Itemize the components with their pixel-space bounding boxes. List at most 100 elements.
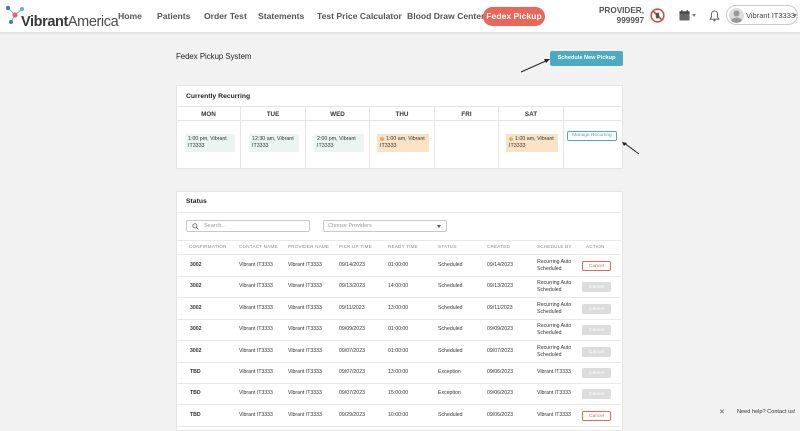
cancel-button[interactable]: Cancel xyxy=(582,410,611,421)
col-confirmation: CONFIRMATION xyxy=(189,244,227,249)
cell-created: 09/06/2023 xyxy=(487,390,513,397)
cell-created: 09/09/2023 xyxy=(487,326,513,333)
cell-schedule-by: Recurring Auto Scheduled xyxy=(537,280,572,294)
nav-test-price-calculator[interactable]: Test Price Calculator xyxy=(317,11,402,21)
cell-ready: 01:00:00 xyxy=(388,326,409,333)
nav-statements[interactable]: Statements xyxy=(258,11,304,21)
nav-fedex-pickup[interactable]: Fedex Pickup xyxy=(483,7,545,26)
calendar-icon[interactable] xyxy=(679,10,690,21)
recurring-slot[interactable]: 1:00 pm, Vibrant IT3333 xyxy=(185,134,235,152)
recurring-slot[interactable]: 2:00 pm, Vibrant IT3333 xyxy=(314,134,364,152)
nav-blood-draw-center[interactable]: Blood Draw Center xyxy=(407,11,484,21)
slot-line2: IT3333 xyxy=(380,143,397,149)
day-header-sat: SAT xyxy=(499,106,564,121)
user-menu[interactable]: Vibrant IT3333 xyxy=(726,5,798,25)
cancel-button[interactable]: Cancel xyxy=(582,303,611,314)
col-action: ACTION xyxy=(586,244,605,249)
cancel-button[interactable]: Cancel xyxy=(582,282,611,293)
col-ready-time: READY TIME xyxy=(388,244,418,249)
cell-schedule-by: Recurring Auto Scheduled xyxy=(537,323,572,337)
provider-line1: PROVIDER, xyxy=(598,6,644,15)
cell-created: 09/11/2023 xyxy=(487,304,513,311)
cell-status: Scheduled xyxy=(438,411,463,418)
annotation-arrow-icon xyxy=(520,59,550,73)
cell-contact: Vibrant IT3333 xyxy=(239,347,273,354)
cell-ready: 13:00:00 xyxy=(388,369,409,375)
cancel-button[interactable]: Cancel xyxy=(582,261,611,271)
cancel-button[interactable]: Cancel xyxy=(582,389,611,400)
cell-created: 09/13/2023 xyxy=(487,283,513,290)
cell-confirmation: 3002 xyxy=(190,304,202,311)
day-header-empty xyxy=(564,106,621,121)
nav-patients[interactable]: Patients xyxy=(157,11,190,21)
divider xyxy=(177,297,621,299)
cell-pickup: 09/09/2023 xyxy=(339,326,365,333)
avatar-icon xyxy=(730,10,743,23)
recurring-slot[interactable]: 1:00 am, Vibrant IT3333 xyxy=(377,134,429,152)
bell-icon[interactable] xyxy=(709,10,720,22)
cell-confirmation: TBD xyxy=(190,411,201,418)
close-icon[interactable]: ✕ xyxy=(719,408,725,416)
cell-schedule-by: Vibrant IT3333 xyxy=(537,369,571,375)
cell-schedule-by: Vibrant IT3333 xyxy=(537,390,571,397)
cancel-button[interactable]: Cancel xyxy=(582,346,611,357)
recurring-slot[interactable]: 1:00 am, Vibrant IT3333 xyxy=(506,134,558,152)
cell-contact: Vibrant IT3333 xyxy=(239,326,273,333)
cell-schedule-by: Vibrant IT3333 xyxy=(537,411,571,418)
cell-pickup: 09/13/2023 xyxy=(339,283,365,290)
slot-line1: 12:30 am, Vibrant xyxy=(252,136,294,142)
cell-status: Exception xyxy=(438,390,461,397)
logo-text: VibrantAmerica xyxy=(21,14,119,30)
cell-status: Scheduled xyxy=(438,326,463,333)
recurring-slot[interactable]: 12:30 am, Vibrant IT3333 xyxy=(249,134,299,152)
slot-line1: 1:00 am, Vibrant xyxy=(386,136,425,142)
cell-confirmation: 3002 xyxy=(190,347,202,354)
page-title: Fedex Pickup System xyxy=(176,52,252,61)
cell-confirmation: TBD xyxy=(190,369,201,375)
calendar-caret-icon[interactable] xyxy=(692,14,696,17)
cell-contact: Vibrant IT3333 xyxy=(239,390,273,397)
nav-order-test[interactable]: Order Test xyxy=(204,11,247,21)
cell-status: Exception xyxy=(438,369,461,375)
slot-line2: IT3333 xyxy=(509,143,526,149)
slot-line1: 1:00 am, Vibrant xyxy=(515,136,554,142)
cell-pickup: 09/14/2023 xyxy=(339,262,365,268)
col-contact-name: CONTACT NAME xyxy=(239,244,278,249)
col-created: CREATED xyxy=(487,244,511,249)
cell-ready: 01:00:00 xyxy=(388,262,409,268)
recurring-grid: MON TUE WED THU FRI SAT 1:00 pm, Vibrant… xyxy=(177,106,621,168)
cell-contact: Vibrant IT3333 xyxy=(239,304,273,311)
status-dot-icon xyxy=(380,136,384,141)
search-input[interactable]: Search... xyxy=(186,220,310,232)
divider xyxy=(177,383,621,384)
cell-contact: Vibrant IT3333 xyxy=(239,262,273,268)
divider xyxy=(177,240,621,241)
cell-status: Scheduled xyxy=(438,347,463,354)
choose-providers-select[interactable]: Choose Providers xyxy=(323,220,447,232)
cell-ready: 15:00:00 xyxy=(388,390,409,397)
cell-provider: Vibrant IT3333 xyxy=(288,326,322,333)
cell-ready: 14:00:00 xyxy=(388,283,409,290)
user-caret-icon xyxy=(793,14,797,17)
cell-provider: Vibrant IT3333 xyxy=(288,411,322,418)
nav-home[interactable]: Home xyxy=(118,11,142,21)
cancel-button[interactable]: Cancel xyxy=(582,368,611,378)
cell-provider: Vibrant IT3333 xyxy=(288,347,322,354)
vibrant-america-logo[interactable]: VibrantAmerica xyxy=(4,4,119,30)
help-contact-link[interactable]: Need help? Contact us! xyxy=(737,409,795,415)
status-card: Status Search... Choose Providers CONFIR… xyxy=(176,191,623,431)
status-dot-icon xyxy=(509,136,513,141)
cancel-button[interactable]: Cancel xyxy=(582,325,611,336)
slot-line1: 1:00 pm, Vibrant xyxy=(188,136,227,142)
cell-schedule-by: Recurring Auto Scheduled xyxy=(537,344,572,358)
slot-line2: IT3333 xyxy=(188,143,205,149)
no-sign-icon[interactable] xyxy=(650,8,665,23)
cell-provider: Vibrant IT3333 xyxy=(288,390,322,397)
manage-recurring-button[interactable]: Manage Recurring xyxy=(567,131,617,141)
cell-schedule-by: Recurring Auto Scheduled xyxy=(537,259,572,272)
slot-line2: IT3333 xyxy=(317,143,334,149)
col-status: STATUS xyxy=(438,244,457,249)
col-schedule-by: SCHEDULE BY xyxy=(537,244,572,249)
cell-created: 09/06/2023 xyxy=(487,411,513,418)
schedule-new-pickup-button[interactable]: Schedule New Pickup xyxy=(550,51,623,66)
